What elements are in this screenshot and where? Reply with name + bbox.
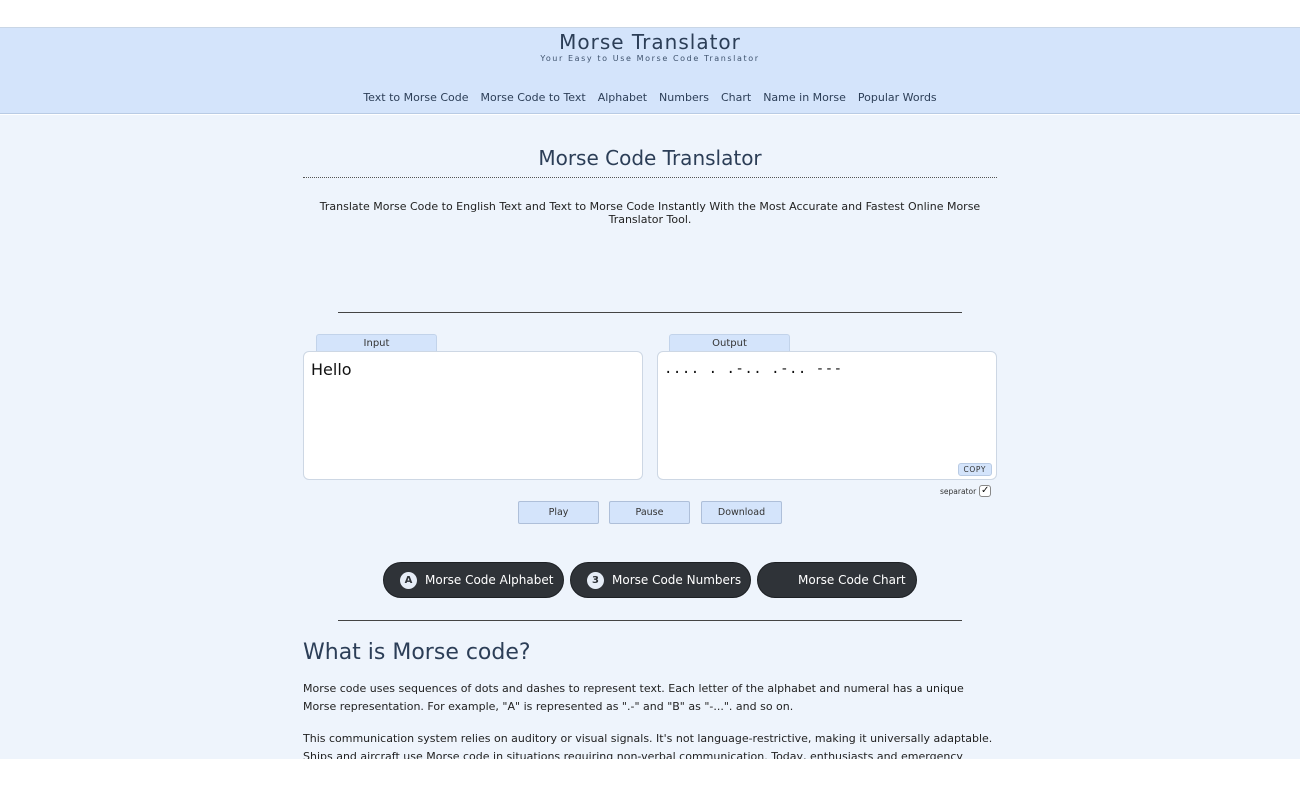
paragraph: This communication system relies on audi… xyxy=(303,732,993,759)
nav-text-to-morse[interactable]: Text to Morse Code xyxy=(363,91,468,104)
output-tab: Output xyxy=(669,334,790,352)
separator-label: separator xyxy=(940,486,977,496)
intro-text: Translate Morse Code to English Text and… xyxy=(319,200,981,226)
alphabet-link-label: Morse Code Alphabet xyxy=(425,573,554,587)
nav-popular-words[interactable]: Popular Words xyxy=(858,91,937,104)
number-three-icon: 3 xyxy=(587,571,604,589)
paragraph: Morse code uses sequences of dots and da… xyxy=(303,682,964,713)
section-divider xyxy=(338,312,962,313)
title-divider xyxy=(303,177,997,178)
play-button[interactable]: Play xyxy=(518,501,599,524)
site-subtitle: Your Easy to Use Morse Code Translator xyxy=(540,54,760,63)
numbers-link-button[interactable]: 3 Morse Code Numbers xyxy=(570,562,751,598)
separator-option: separator ✓ xyxy=(940,485,992,497)
nav-chart[interactable]: Chart xyxy=(721,91,751,104)
copy-button[interactable]: COPY xyxy=(957,463,992,476)
nav-numbers[interactable]: Numbers xyxy=(659,91,709,104)
main-content: Morse Code Translator Translate Morse Co… xyxy=(0,115,1300,759)
alphabet-link-button[interactable]: A Morse Code Alphabet xyxy=(383,562,564,598)
letter-a-icon: A xyxy=(400,571,417,589)
nav-alphabet[interactable]: Alphabet xyxy=(598,91,647,104)
top-strip xyxy=(0,0,1300,28)
nav-morse-to-text[interactable]: Morse Code to Text xyxy=(481,91,586,104)
numbers-link-label: Morse Code Numbers xyxy=(612,573,742,587)
download-button[interactable]: Download xyxy=(701,501,782,524)
site-header: Morse Translator Your Easy to Use Morse … xyxy=(0,28,1300,114)
input-textarea[interactable]: Hello xyxy=(303,351,643,480)
input-tab: Input xyxy=(316,334,437,352)
page-title: Morse Code Translator xyxy=(538,146,762,170)
section-divider-2 xyxy=(338,620,962,621)
section-title: What is Morse code? xyxy=(303,640,531,665)
pause-button[interactable]: Pause xyxy=(609,501,690,524)
separator-checkbox[interactable]: ✓ xyxy=(979,485,992,497)
site-title[interactable]: Morse Translator xyxy=(0,30,1300,54)
output-value: .... . .-.. .-.. --- xyxy=(664,361,843,377)
nav-name-in-morse[interactable]: Name in Morse xyxy=(763,91,846,104)
output-textarea[interactable]: .... . .-.. .-.. --- COPY xyxy=(657,351,997,480)
bottom-strip xyxy=(0,759,1300,788)
chart-link-label: Morse Code Chart xyxy=(798,573,906,587)
chart-link-button[interactable]: Morse Code Chart xyxy=(757,562,917,598)
input-value: Hello xyxy=(311,360,352,379)
main-nav: Text to Morse Code Morse Code to Text Al… xyxy=(0,91,1300,104)
